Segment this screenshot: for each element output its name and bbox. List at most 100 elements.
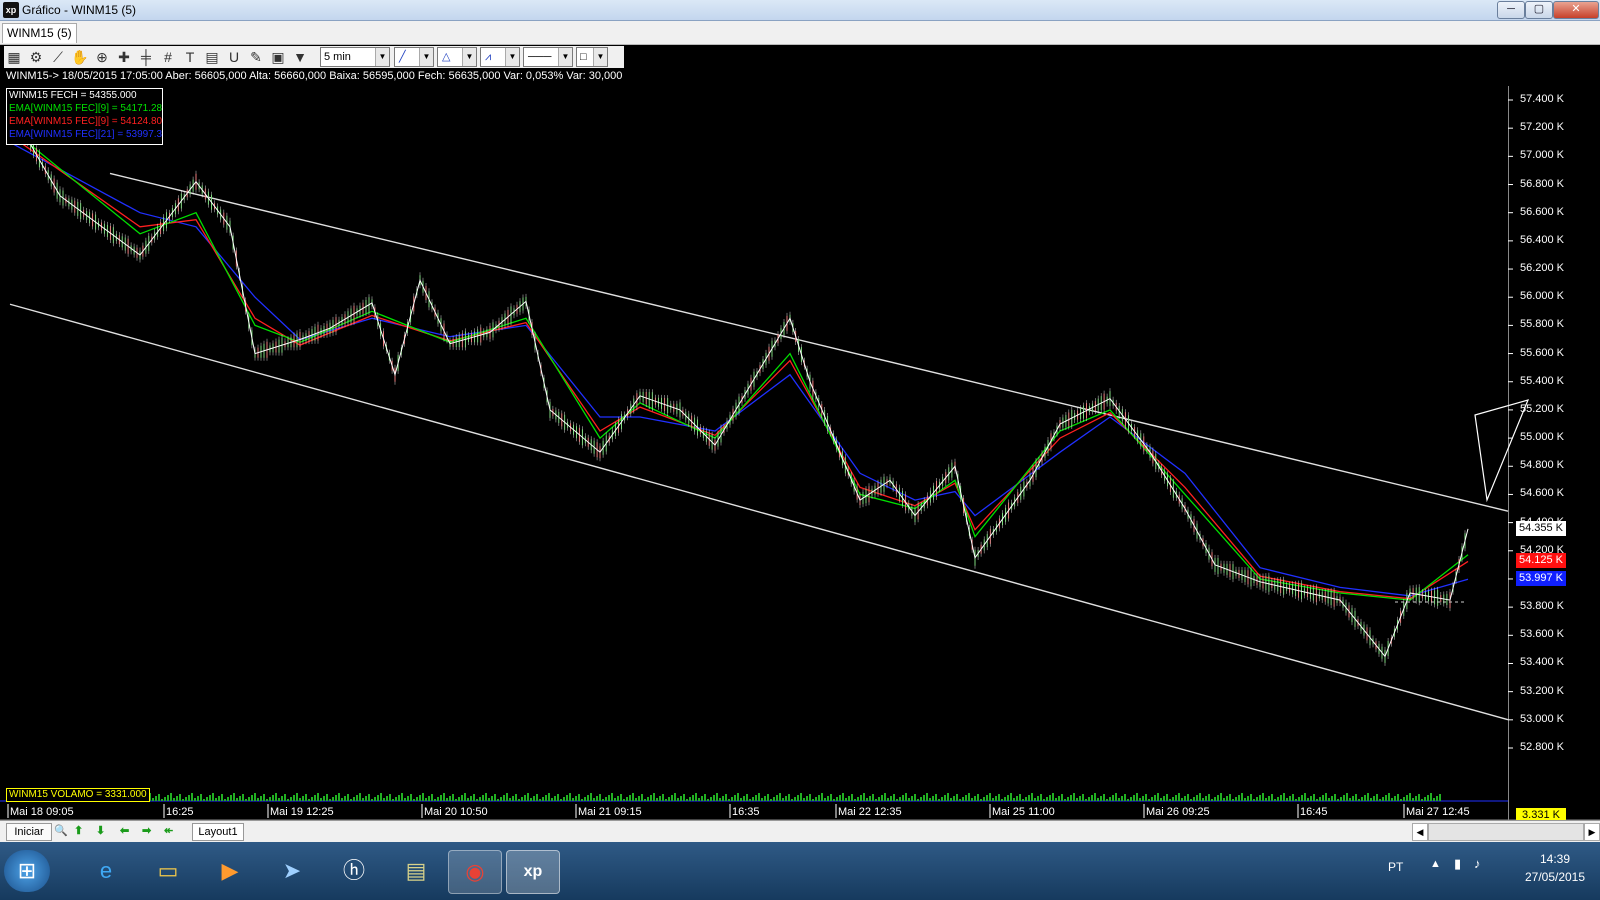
arrow-up-icon[interactable]: ⬆ — [74, 823, 90, 839]
x-tick-label: 16:35 — [732, 806, 760, 818]
volume-bar — [662, 794, 664, 801]
volume-bar — [563, 797, 565, 801]
transfer-icon[interactable]: ➤ — [266, 850, 318, 892]
volume-bar — [287, 799, 289, 801]
volume-bar — [230, 795, 232, 801]
legend-ema9-green: EMA[WINM15 FEC][9] = 54171.286 — [9, 103, 162, 114]
volume-bar — [458, 797, 460, 801]
minimize-button[interactable]: ─ — [1497, 1, 1525, 19]
candle-info-line: WINM15-> 18/05/2015 17:05:00 Aber: 56605… — [6, 70, 623, 82]
gear-icon[interactable]: ⚙ — [26, 47, 46, 67]
cursor-icon[interactable]: ╪ — [136, 47, 156, 67]
network-icon[interactable]: ▮ — [1454, 856, 1461, 872]
maximize-button[interactable]: ▢ — [1525, 1, 1553, 19]
crosshair-icon[interactable]: ✚ — [114, 47, 134, 67]
clipboard-icon[interactable]: ▣ — [268, 47, 288, 67]
xp-app-icon[interactable]: xp — [506, 850, 560, 894]
horizontal-scrollbar[interactable] — [1428, 823, 1584, 841]
windows-start-icon[interactable]: ⊞ — [4, 850, 50, 892]
volume-bar — [212, 793, 214, 801]
volume-bar — [983, 797, 985, 801]
volume-bar — [971, 798, 973, 801]
volume-bar — [1319, 797, 1321, 801]
shape-select[interactable]: △ ▼ — [437, 47, 477, 67]
file-explorer-icon[interactable]: ▭ — [142, 850, 194, 892]
volume-bar — [359, 793, 361, 801]
volume-bar — [626, 797, 628, 801]
scroll-right-icon[interactable]: ▶ — [1584, 823, 1600, 841]
volume-bar — [557, 794, 559, 801]
volume-bar — [650, 795, 652, 801]
clock-time[interactable]: 14:39 — [1520, 852, 1590, 866]
tab-layout1[interactable]: Layout1 — [192, 823, 244, 841]
volume-bar — [593, 798, 595, 801]
bag-icon[interactable]: ▤ — [390, 850, 442, 892]
arrow-left-icon[interactable]: ⬅ — [120, 823, 136, 839]
fan-select[interactable]: ⩘ ▼ — [480, 47, 520, 67]
volume-bar — [161, 799, 163, 801]
brush-icon[interactable]: ✎ — [246, 47, 266, 67]
fan-lines-icon: ⩘ — [485, 51, 492, 63]
language-indicator[interactable]: PT — [1388, 860, 1403, 874]
volume-bar — [509, 798, 511, 801]
clock-date[interactable]: 27/05/2015 — [1520, 870, 1590, 884]
volume-bar — [527, 793, 529, 801]
volume-bar — [164, 797, 166, 801]
indicator-legend[interactable]: WINM15 FECH = 54355.000 EMA[WINM15 FEC][… — [6, 88, 163, 145]
volume-bar — [863, 793, 865, 801]
volume-bar — [1337, 799, 1339, 801]
color-select[interactable]: □ ▼ — [576, 47, 608, 67]
line-width-select[interactable]: ─── ▼ — [523, 47, 573, 67]
price-chart[interactable] — [0, 0, 1600, 900]
filter-icon[interactable]: ▼ — [290, 47, 310, 67]
scroll-left-icon[interactable]: ◀ — [1412, 823, 1428, 841]
chevron-up-icon[interactable]: ▲ — [1430, 858, 1441, 870]
volume-bar — [755, 795, 757, 801]
chart-icon[interactable]: ▦ — [4, 47, 24, 67]
zoom-icon[interactable]: 🔍 — [54, 823, 70, 839]
hand-icon[interactable]: ✋ — [70, 47, 90, 67]
volume-bar — [1421, 799, 1423, 801]
volume-bar — [944, 795, 946, 801]
line-style-select[interactable]: ╱ ▼ — [394, 47, 434, 67]
close-button[interactable]: ✕ — [1553, 1, 1599, 19]
line-tool-icon[interactable]: ⟋ — [48, 47, 68, 67]
volume-bar — [452, 794, 454, 801]
volume-bar — [599, 794, 601, 801]
arrow-right-icon[interactable]: ➡ — [142, 823, 158, 839]
volume-bar — [1136, 793, 1138, 801]
volume-bar — [1130, 797, 1132, 801]
volume-bar — [848, 796, 850, 801]
volume-bar — [1256, 797, 1258, 801]
volume-bar — [725, 794, 727, 801]
hp-icon[interactable]: ⓗ — [328, 850, 380, 892]
y-tick-label: 55.200 K — [1519, 402, 1564, 415]
volume-bar — [644, 799, 646, 801]
arrow-down-icon[interactable]: ⬇ — [96, 823, 112, 839]
volume-icon[interactable]: ♪ — [1474, 856, 1481, 871]
start-button[interactable]: Iniciar — [6, 823, 52, 841]
tab-winm15[interactable]: WINM15 (5) — [2, 23, 77, 43]
volume-bar — [1331, 796, 1333, 801]
zoom-icon[interactable]: ⊕ — [92, 47, 112, 67]
internet-explorer-icon[interactable]: e — [80, 850, 132, 892]
chrome-icon[interactable]: ◉ — [448, 850, 502, 894]
volume-bar — [233, 793, 235, 801]
calculator-icon[interactable]: ▤ — [202, 47, 222, 67]
text-icon[interactable]: T — [180, 47, 200, 67]
volume-bar — [185, 797, 187, 801]
interval-select[interactable]: 5 min ▼ — [320, 47, 390, 67]
series-line-1 — [9, 127, 1469, 601]
volume-bar — [980, 799, 982, 801]
volume-bar — [1343, 795, 1345, 801]
volume-bar — [815, 797, 817, 801]
magnet-icon[interactable]: U — [224, 47, 244, 67]
grid-icon[interactable]: # — [158, 47, 178, 67]
volume-bar — [821, 793, 823, 801]
volume-bar — [1418, 794, 1420, 801]
volume-bar — [191, 793, 193, 801]
arrow-first-icon[interactable]: ↞ — [164, 823, 180, 839]
media-player-icon[interactable]: ▶ — [204, 850, 256, 892]
volume-bar — [173, 798, 175, 801]
system-tray: PT ▲ ▮ ♪ 14:39 27/05/2015 — [1350, 842, 1600, 900]
